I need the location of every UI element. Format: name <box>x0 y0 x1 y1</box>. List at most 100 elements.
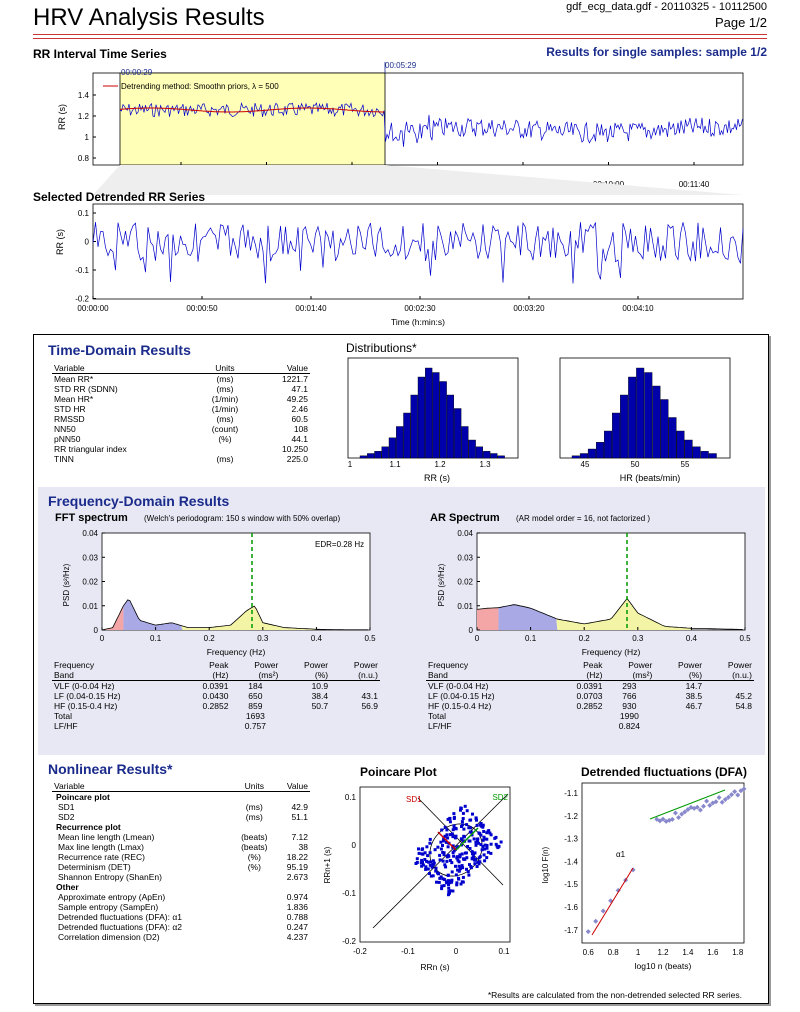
table-cell: 18.22 <box>286 852 308 862</box>
dt-xtick: 00:04:10 <box>622 304 654 313</box>
poincare-ytick: -0.2 <box>342 937 356 946</box>
poincare-point <box>494 835 498 839</box>
table-row: Mean line length (Lmean) (beats) 7.12 <box>52 832 310 842</box>
freq-xtick: 0.1 <box>150 634 162 643</box>
rr-hist-xlabel: RR (s) <box>424 473 450 483</box>
histogram-bar <box>388 437 397 459</box>
table-cell: (1/min) <box>211 404 239 414</box>
table-header: (n.u.) <box>704 670 754 681</box>
sample-subtitle: Results for single samples: sample 1/2 <box>546 45 767 59</box>
dt-ytick: -0.1 <box>75 266 89 275</box>
poincare-point <box>441 859 445 863</box>
page-title: HRV Analysis Results <box>33 4 265 31</box>
histogram-bar <box>596 442 605 459</box>
table-header: Variable <box>52 363 197 374</box>
table-cell <box>551 721 604 731</box>
table-cell: SD1 <box>58 802 75 812</box>
poincare-point <box>460 852 464 856</box>
table-cell: Max line length (Lmax) <box>58 842 144 852</box>
table-cell: TINN <box>54 454 74 464</box>
table-header: Power <box>727 660 752 670</box>
table-cell <box>233 892 275 902</box>
rr-ytick: 0.8 <box>78 154 90 163</box>
table-cell <box>330 711 380 721</box>
histogram-bar <box>612 412 621 459</box>
histogram-bar <box>468 439 476 459</box>
histogram-bar <box>652 385 661 459</box>
ar-note: (AR model order = 16, not factorized ) <box>516 514 651 523</box>
table-cell <box>233 792 275 803</box>
poincare-point <box>443 863 447 867</box>
poincare-point <box>434 866 438 870</box>
sd1-label: SD1 <box>406 795 422 804</box>
dt-xtick: 00:03:20 <box>513 304 545 313</box>
fft-note: (Welch's periodogram: 150 s window with … <box>144 514 341 523</box>
poincare-point <box>480 848 484 852</box>
poincare-point <box>457 877 461 881</box>
table-row: Other <box>52 882 310 892</box>
table-row: LF (0.04-0.15 Hz) 0.0430 650 38.4 43.1 <box>52 691 380 701</box>
ar-table: Frequency Peak Power Power Power Band (Hz) (ms²… <box>426 660 754 731</box>
poincare-point <box>457 860 461 864</box>
table-row: LF/HF 0.824 <box>426 721 754 731</box>
table-cell: 44.1 <box>291 434 308 444</box>
table-cell: 49.25 <box>286 394 308 404</box>
poincare-point <box>479 843 483 847</box>
table-header: Units <box>196 363 254 374</box>
hr-hist-tick: 55 <box>681 460 690 469</box>
time-domain-table: Variable Units Value Mean RR* (ms) 1221.7 STD … <box>52 363 310 464</box>
poincare-point <box>448 817 452 821</box>
table-cell: (ms) <box>216 414 234 424</box>
poincare-point <box>426 854 430 858</box>
table-cell: 0.788 <box>286 912 308 922</box>
table-cell <box>233 922 275 932</box>
table-row: Determinism (DET) (%) 95.19 <box>52 862 310 872</box>
table-cell: (ms) <box>216 384 234 394</box>
freq-xtick: 0.3 <box>257 634 269 643</box>
table-row: LF (0.04-0.15 Hz) 0.0703 766 38.5 45.2 <box>426 691 754 701</box>
table-cell: 0.247 <box>286 922 308 932</box>
table-header: Frequency <box>54 660 95 670</box>
dfa-ytick: -1.5 <box>564 880 578 889</box>
poincare-point <box>447 893 450 897</box>
table-cell <box>330 721 380 731</box>
poincare-point <box>486 829 490 833</box>
table-row: TINN (ms) 225.0 <box>52 454 310 464</box>
table-cell: Recurrence plot <box>56 822 121 832</box>
table-header: (Hz) <box>177 670 231 681</box>
poincare-point <box>461 866 465 870</box>
histogram-bar <box>381 446 389 459</box>
table-row: SD2 (ms) 51.1 <box>52 812 310 822</box>
poincare-point <box>451 851 455 855</box>
table-cell: 859 <box>248 701 263 711</box>
poincare-point <box>437 880 441 884</box>
table-row: Poincare plot <box>52 792 310 803</box>
table-cell: Detrended fluctuations (DFA): α1 <box>58 912 182 922</box>
dfa-xtick: 0.6 <box>583 948 595 957</box>
table-cell <box>275 792 310 803</box>
freq-xtick: 0.5 <box>739 634 751 643</box>
poincare-point <box>446 873 450 877</box>
poincare-point <box>450 870 454 874</box>
table-row: pNN50 (%) 44.1 <box>52 434 310 444</box>
alpha1-label: α1 <box>616 850 626 859</box>
table-cell: 4.237 <box>286 932 308 942</box>
distributions-chart: 1 1.1 1.2 1.3 45 50 55 RR (s) HR (beats/min) <box>347 357 731 483</box>
table-header: Value <box>275 781 310 792</box>
dt-ytick: 0.1 <box>78 209 90 218</box>
poincare-point <box>489 842 493 846</box>
header-info: gdf_ecg_data.gdf - 20110325 - 10112500 P… <box>566 0 767 30</box>
poincare-point <box>485 856 489 860</box>
table-cell <box>233 932 275 942</box>
poincare-point <box>449 879 453 883</box>
table-header: Power <box>353 660 378 670</box>
histogram-bar <box>396 426 404 459</box>
freq-xtick: 0.1 <box>525 634 537 643</box>
dfa-xtick: 1.8 <box>732 948 744 957</box>
poincare-point <box>439 847 443 851</box>
poincare-point <box>431 874 435 878</box>
table-cell: VLF (0-0.04 Hz) <box>428 681 489 691</box>
poincare-point <box>467 873 471 877</box>
table-cell <box>233 822 275 832</box>
dt-xlabel: Time (h:min:s) <box>391 317 445 327</box>
